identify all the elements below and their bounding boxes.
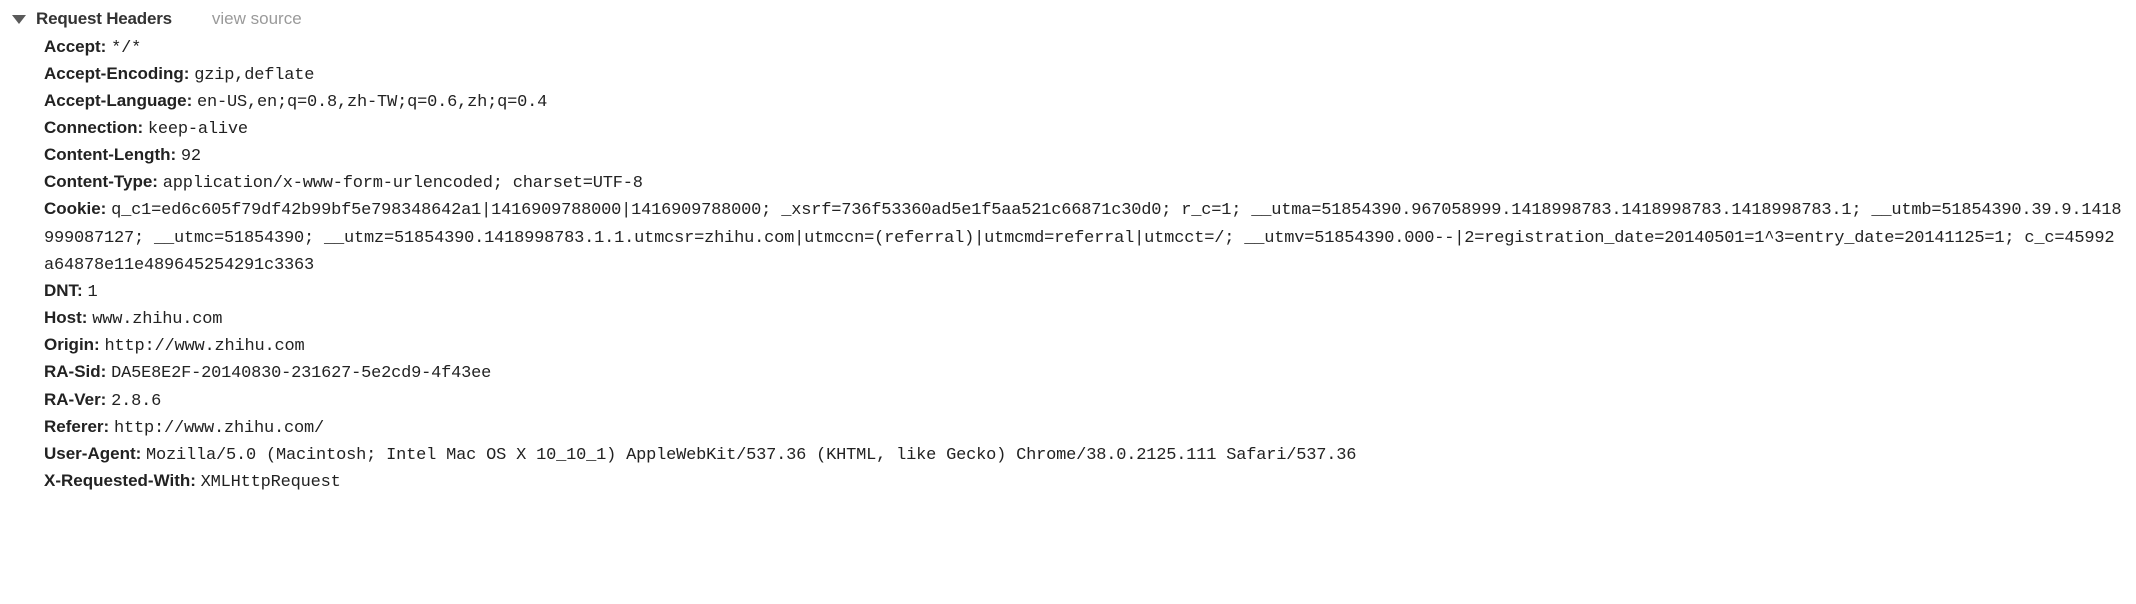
header-name: RA-Sid: — [44, 362, 106, 381]
header-row: User-Agent: Mozilla/5.0 (Macintosh; Inte… — [44, 441, 2124, 468]
disclosure-triangle-icon[interactable] — [12, 15, 26, 24]
header-row: Content-Length: 92 — [44, 142, 2124, 169]
header-value: http://www.zhihu.com — [104, 337, 304, 356]
header-name: DNT: — [44, 281, 83, 300]
view-source-link[interactable]: view source — [212, 6, 302, 32]
header-value: Mozilla/5.0 (Macintosh; Intel Mac OS X 1… — [146, 446, 1356, 465]
header-row: Referer: http://www.zhihu.com/ — [44, 414, 2124, 441]
header-row: RA-Sid: DA5E8E2F-20140830-231627-5e2cd9-… — [44, 359, 2124, 386]
header-row: RA-Ver: 2.8.6 — [44, 387, 2124, 414]
request-headers-section-header[interactable]: Request Headers view source — [12, 6, 2124, 32]
header-name: Referer: — [44, 417, 109, 436]
header-name: Connection: — [44, 118, 143, 137]
header-row: Accept: */* — [44, 34, 2124, 61]
header-name: Accept-Language: — [44, 91, 192, 110]
header-value: en-US,en;q=0.8,zh-TW;q=0.6,zh;q=0.4 — [197, 93, 547, 112]
header-row: Content-Type: application/x-www-form-url… — [44, 169, 2124, 196]
header-value: XMLHttpRequest — [201, 473, 341, 492]
header-row: Cookie: q_c1=ed6c605f79df42b99bf5e798348… — [44, 196, 2124, 277]
header-name: RA-Ver: — [44, 390, 106, 409]
header-name: Origin: — [44, 335, 100, 354]
header-row: Host: www.zhihu.com — [44, 305, 2124, 332]
header-name: Content-Length: — [44, 145, 176, 164]
header-value: 1 — [87, 283, 97, 302]
headers-list: Accept: */* Accept-Encoding: gzip,deflat… — [12, 34, 2124, 496]
header-row: DNT: 1 — [44, 278, 2124, 305]
header-name: Host: — [44, 308, 87, 327]
header-value: */* — [111, 39, 141, 58]
header-row: X-Requested-With: XMLHttpRequest — [44, 468, 2124, 495]
header-name: X-Requested-With: — [44, 471, 196, 490]
header-row: Accept-Encoding: gzip,deflate — [44, 61, 2124, 88]
header-value: 92 — [181, 147, 201, 166]
header-row: Origin: http://www.zhihu.com — [44, 332, 2124, 359]
header-value: 2.8.6 — [111, 392, 161, 411]
header-name: Content-Type: — [44, 172, 158, 191]
header-value: gzip,deflate — [194, 66, 314, 85]
header-name: Accept-Encoding: — [44, 64, 189, 83]
header-value: www.zhihu.com — [92, 310, 222, 329]
header-row: Connection: keep-alive — [44, 115, 2124, 142]
section-title: Request Headers — [36, 6, 172, 32]
header-value: q_c1=ed6c605f79df42b99bf5e798348642a1|14… — [44, 201, 2121, 274]
header-row: Accept-Language: en-US,en;q=0.8,zh-TW;q=… — [44, 88, 2124, 115]
header-value: keep-alive — [148, 120, 248, 139]
header-value: http://www.zhihu.com/ — [114, 419, 324, 438]
header-name: Cookie: — [44, 199, 106, 218]
header-name: Accept: — [44, 37, 106, 56]
header-value: DA5E8E2F-20140830-231627-5e2cd9-4f43ee — [111, 364, 491, 383]
header-name: User-Agent: — [44, 444, 141, 463]
header-value: application/x-www-form-urlencoded; chars… — [163, 174, 643, 193]
